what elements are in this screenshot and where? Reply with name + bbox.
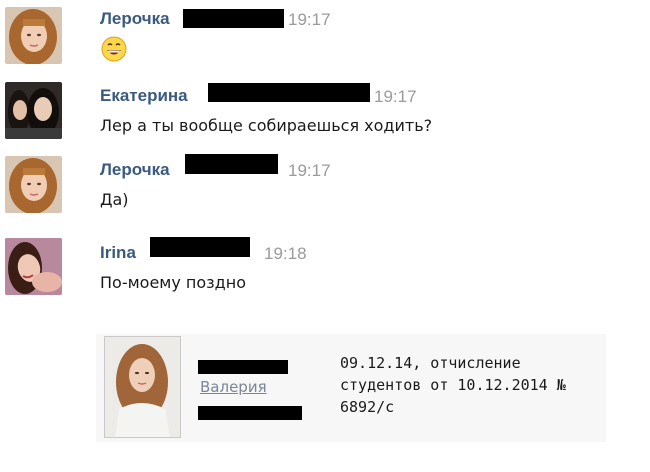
grinning-emoji-icon	[101, 36, 127, 66]
redacted-surname	[183, 9, 284, 28]
avatar-lerochka[interactable]	[5, 156, 62, 213]
author-name[interactable]: Екатерина	[100, 86, 188, 106]
redacted-surname	[208, 83, 370, 102]
message-text: Да)	[100, 190, 129, 209]
message-text: Лер а ты вообще собираешься ходить?	[100, 116, 433, 135]
attachment-name-link[interactable]: Валерия	[200, 378, 267, 396]
author-name[interactable]: Лерочка	[100, 160, 170, 180]
redacted-patronymic	[198, 406, 302, 420]
author-name[interactable]: Irina	[100, 243, 136, 263]
message-time[interactable]: 19:18	[264, 244, 307, 264]
message-text: По-моему поздно	[100, 273, 246, 292]
attachment-photo[interactable]	[104, 336, 181, 438]
redacted-surname	[185, 154, 278, 174]
avatar-ekaterina[interactable]	[5, 82, 62, 139]
attachment-text: 09.12.14, отчисление студентов от 10.12.…	[340, 354, 566, 416]
redacted-surname	[198, 360, 288, 374]
avatar-irina[interactable]	[5, 238, 62, 295]
author-name[interactable]: Лерочка	[100, 9, 170, 29]
message-time[interactable]: 19:17	[374, 87, 417, 107]
redacted-surname	[150, 237, 250, 257]
message-time[interactable]: 19:17	[288, 161, 331, 181]
avatar-lerochka[interactable]	[5, 7, 62, 64]
message-time[interactable]: 19:17	[288, 10, 331, 30]
